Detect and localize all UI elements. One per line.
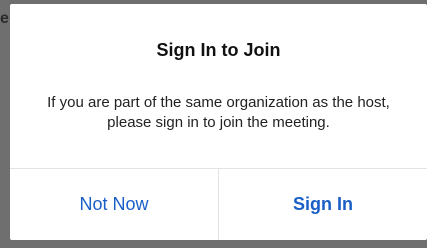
dialog-actions: Not Now Sign In: [10, 168, 427, 240]
not-now-button[interactable]: Not Now: [10, 169, 218, 240]
dialog-title: Sign In to Join: [156, 40, 281, 60]
dialog-message: If you are part of the same organization…: [47, 94, 390, 131]
sign-in-button[interactable]: Sign In: [219, 169, 427, 240]
sign-in-dialog: Sign In to Join If you are part of the s…: [10, 4, 427, 240]
background-text: e: [0, 10, 9, 27]
